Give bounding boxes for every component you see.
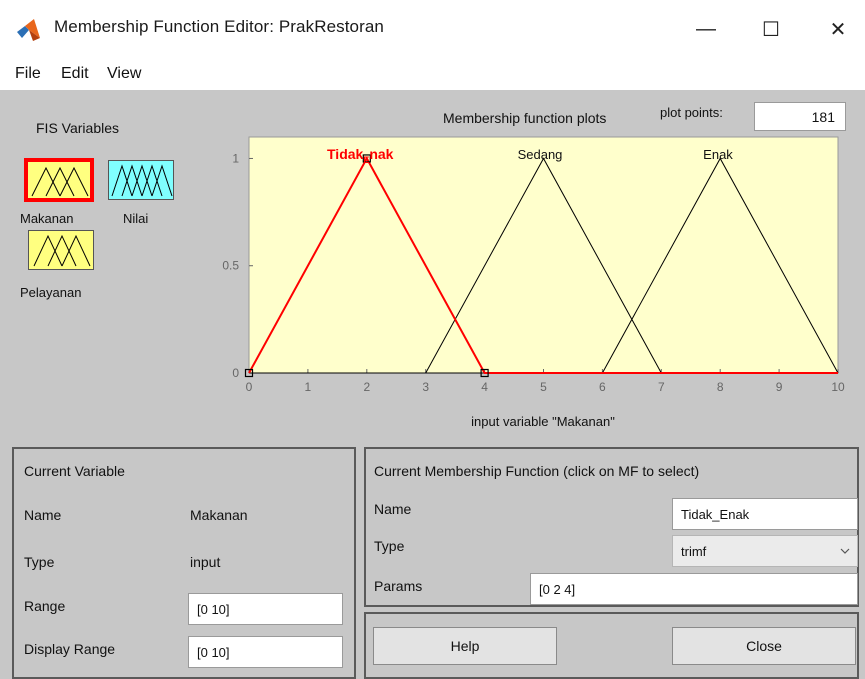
x-tick-label: 8 (717, 380, 724, 394)
mf-params-label: Params (374, 578, 423, 594)
variable-name-value: Makanan (190, 507, 248, 523)
mf-label-sedang[interactable]: Sedang (518, 147, 563, 162)
fis-variable-pelayanan[interactable] (28, 230, 94, 270)
y-tick-label: 1 (232, 151, 239, 165)
mf-name-input[interactable]: Tidak_Enak (672, 498, 858, 530)
input-variable-icon (28, 230, 94, 270)
plot-points-input[interactable]: 181 (754, 102, 846, 131)
output-variable-icon (108, 160, 174, 200)
fis-variable-label: Makanan (20, 211, 74, 226)
plot-title: Membership function plots (443, 110, 607, 126)
display-range-input[interactable]: [0 10] (188, 636, 343, 668)
help-button[interactable]: Help (373, 627, 557, 665)
range-input[interactable]: [0 10] (188, 593, 343, 625)
mf-type-select[interactable]: trimf (672, 535, 858, 567)
x-tick-label: 10 (831, 380, 845, 394)
current-variable-panel: Current Variable Name Makanan Type input… (12, 447, 356, 679)
plot-area (248, 136, 839, 374)
menu-edit[interactable]: Edit (61, 65, 89, 83)
y-tick-label: 0.5 (222, 259, 239, 273)
button-panel: Help Close (364, 612, 859, 679)
fis-variable-makanan[interactable] (24, 158, 94, 202)
mf-label-enak[interactable]: Enak (703, 147, 733, 162)
x-tick-label: 4 (481, 380, 488, 394)
title-bar: Membership Function Editor: PrakRestoran… (0, 0, 865, 58)
x-tick-label: 9 (776, 380, 783, 394)
minimize-button[interactable]: — (683, 10, 729, 48)
x-tick-label: 7 (658, 380, 665, 394)
fis-variables-heading: FIS Variables (36, 120, 119, 136)
mf-type-value: trimf (681, 544, 707, 559)
current-variable-heading: Current Variable (24, 463, 125, 479)
menu-file[interactable]: File (15, 65, 41, 83)
chevron-down-icon (840, 548, 850, 554)
current-mf-heading: Current Membership Function (click on MF… (374, 463, 700, 479)
mf-params-input[interactable]: [0 2 4] (530, 573, 858, 605)
variable-type-value: input (190, 554, 221, 570)
x-tick-label: 6 (599, 380, 606, 394)
input-variable-icon (24, 158, 94, 202)
fis-variable-label: Nilai (123, 211, 149, 226)
membership-function-plot[interactable]: 0 1 2 3 4 5 6 7 8 9 1000.51 TidakEnak Sedang Enak … (200, 130, 850, 435)
display-range-label: Display Range (24, 641, 116, 657)
range-label: Range (24, 598, 66, 614)
x-tick-label: 0 (246, 380, 253, 394)
mf-type-label: Type (374, 538, 405, 554)
matlab-icon (17, 19, 40, 41)
x-tick-label: 5 (540, 380, 547, 394)
close-button[interactable]: Close (672, 627, 856, 665)
close-window-button[interactable]: ✕ (815, 10, 861, 48)
mf-name-label: Name (374, 501, 412, 517)
editor-body: FIS Variables Makanan Nilai Pelayanan Me… (0, 90, 865, 679)
plot-points-label: plot points: (660, 105, 723, 120)
maximize-button[interactable]: ☐ (748, 10, 794, 48)
menu-bar: File Edit View (0, 58, 865, 90)
current-mf-panel: Current Membership Function (click on MF… (364, 447, 859, 607)
window-title: Membership Function Editor: PrakRestoran (54, 17, 384, 36)
menu-view[interactable]: View (107, 65, 141, 83)
name-label: Name (24, 507, 62, 523)
type-label: Type (24, 554, 55, 570)
x-axis-label: input variable "Makanan" (471, 414, 615, 429)
x-tick-label: 3 (422, 380, 429, 394)
x-tick-label: 2 (363, 380, 370, 394)
x-tick-label: 1 (305, 380, 312, 394)
fis-variable-nilai[interactable] (108, 160, 174, 200)
y-tick-label: 0 (232, 366, 239, 380)
fis-variable-label: Pelayanan (20, 285, 82, 300)
